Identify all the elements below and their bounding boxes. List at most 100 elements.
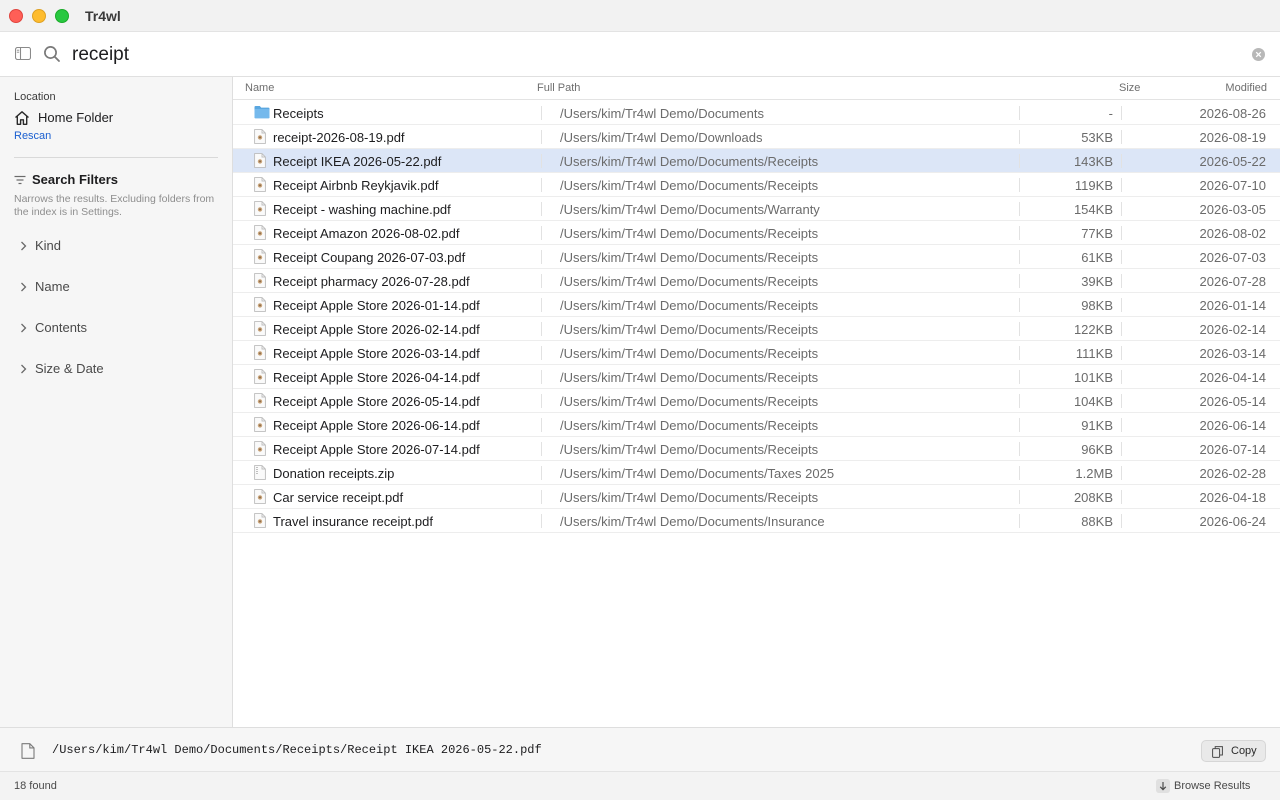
table-row[interactable]: Donation receipts.zip/Users/kim/Tr4wl De… (233, 461, 1280, 485)
file-modified: 2026-02-14 (1199, 322, 1267, 337)
column-separator (1121, 346, 1122, 360)
file-size: - (1108, 106, 1113, 121)
table-row[interactable]: Receipt - washing machine.pdf/Users/kim/… (233, 197, 1280, 221)
column-separator (1121, 130, 1122, 144)
close-window-button[interactable] (9, 9, 23, 23)
document-icon (21, 743, 35, 759)
table-row[interactable]: Car service receipt.pdf/Users/kim/Tr4wl … (233, 485, 1280, 509)
table-row[interactable]: Receipt Airbnb Reykjavik.pdf/Users/kim/T… (233, 173, 1280, 197)
file-size: 91KB (1081, 418, 1113, 433)
sidebar-divider (14, 157, 218, 158)
file-name: Car service receipt.pdf (273, 490, 404, 505)
file-name: Receipt Apple Store 2026-06-14.pdf (273, 418, 480, 433)
column-separator (1121, 490, 1122, 504)
column-separator (1019, 418, 1020, 432)
rescan-link[interactable]: Rescan (14, 130, 51, 142)
pdf-file-icon (254, 321, 266, 339)
file-path: /Users/kim/Tr4wl Demo/Documents/Receipts (560, 442, 819, 457)
file-modified: 2026-06-24 (1199, 514, 1267, 529)
file-modified: 2026-02-28 (1199, 466, 1267, 481)
column-separator (541, 130, 542, 144)
column-header-modified[interactable]: Modified (1225, 82, 1267, 94)
sidebar: Location Home Folder Rescan Search Filte… (0, 77, 233, 727)
column-separator (1121, 154, 1122, 168)
column-separator (1019, 298, 1020, 312)
window-title: Tr4wl (85, 8, 121, 24)
sidebar-toggle-icon[interactable] (15, 47, 31, 60)
folder-icon (254, 105, 270, 122)
file-modified: 2026-07-14 (1199, 442, 1267, 457)
pdf-file-icon (254, 129, 266, 147)
file-name: Receipt Apple Store 2026-04-14.pdf (273, 370, 480, 385)
copy-label: Copy (1231, 745, 1257, 757)
table-row[interactable]: Receipt Apple Store 2026-04-14.pdf/Users… (233, 365, 1280, 389)
column-separator (1121, 322, 1122, 336)
selected-path: /Users/kim/Tr4wl Demo/Documents/Receipts… (52, 743, 542, 757)
column-header-size[interactable]: Size (1119, 82, 1140, 94)
column-separator (541, 490, 542, 504)
table-row[interactable]: Receipt Amazon 2026-08-02.pdf/Users/kim/… (233, 221, 1280, 245)
column-separator (1121, 202, 1122, 216)
table-row[interactable]: Travel insurance receipt.pdf/Users/kim/T… (233, 509, 1280, 533)
result-count: 18 found (14, 780, 57, 792)
file-modified: 2026-05-14 (1199, 394, 1267, 409)
filter-name[interactable]: Name (14, 276, 219, 300)
column-header-name[interactable]: Name (245, 82, 274, 94)
column-separator (541, 370, 542, 384)
column-separator (541, 178, 542, 192)
table-row[interactable]: Receipt Apple Store 2026-01-14.pdf/Users… (233, 293, 1280, 317)
copy-path-button[interactable]: Copy (1201, 740, 1266, 762)
file-path: /Users/kim/Tr4wl Demo/Documents/Receipts (560, 250, 819, 265)
column-separator (1019, 250, 1020, 264)
file-size: 143KB (1073, 154, 1113, 169)
pdf-file-icon (254, 393, 266, 411)
filter-size-date[interactable]: Size & Date (14, 358, 219, 382)
table-row[interactable]: receipt-2026-08-19.pdf/Users/kim/Tr4wl D… (233, 125, 1280, 149)
location-value[interactable]: Home Folder (38, 110, 113, 125)
file-size: 61KB (1081, 250, 1113, 265)
table-row[interactable]: Receipt Apple Store 2026-05-14.pdf/Users… (233, 389, 1280, 413)
status-bar: 18 found Browse Results (0, 772, 1280, 800)
column-separator (1121, 514, 1122, 528)
table-row[interactable]: Receipt Coupang 2026-07-03.pdf/Users/kim… (233, 245, 1280, 269)
file-name: Receipt Airbnb Reykjavik.pdf (273, 178, 439, 193)
file-modified: 2026-08-19 (1199, 130, 1267, 145)
table-row[interactable]: Receipt pharmacy 2026-07-28.pdf/Users/ki… (233, 269, 1280, 293)
column-separator (1019, 106, 1020, 120)
file-path: /Users/kim/Tr4wl Demo/Documents/Receipts (560, 394, 819, 409)
column-header-path[interactable]: Full Path (537, 82, 580, 94)
file-path: /Users/kim/Tr4wl Demo/Documents/Receipts (560, 298, 819, 313)
column-separator (541, 322, 542, 336)
file-path: /Users/kim/Tr4wl Demo/Documents/Receipts (560, 226, 819, 241)
file-size: 88KB (1081, 514, 1113, 529)
table-row[interactable]: Receipt IKEA 2026-05-22.pdf/Users/kim/Tr… (233, 149, 1280, 173)
search-input[interactable] (72, 40, 1232, 70)
table-row[interactable]: Receipt Apple Store 2026-03-14.pdf/Users… (233, 341, 1280, 365)
minimize-window-button[interactable] (32, 9, 46, 23)
file-name: Receipt IKEA 2026-05-22.pdf (273, 154, 442, 169)
file-name: Receipt Apple Store 2026-01-14.pdf (273, 298, 480, 313)
table-row[interactable]: Receipts/Users/kim/Tr4wl Demo/Documents -… (233, 101, 1280, 125)
table-row[interactable]: Receipt Apple Store 2026-06-14.pdf/Users… (233, 413, 1280, 437)
table-row[interactable]: Receipt Apple Store 2026-02-14.pdf/Users… (233, 317, 1280, 341)
file-path: /Users/kim/Tr4wl Demo/Documents/Receipts (560, 274, 819, 289)
column-separator (1121, 394, 1122, 408)
column-separator (1019, 322, 1020, 336)
column-separator (1121, 250, 1122, 264)
table-row[interactable]: Receipt Apple Store 2026-07-14.pdf/Users… (233, 437, 1280, 461)
filter-kind[interactable]: Kind (14, 235, 219, 259)
file-path: /Users/kim/Tr4wl Demo/Documents/Receipts (560, 322, 819, 337)
browse-results-button[interactable]: Browse Results (1156, 778, 1266, 794)
zoom-window-button[interactable] (55, 9, 69, 23)
file-modified: 2026-06-14 (1199, 418, 1267, 433)
clear-search-icon[interactable] (1252, 48, 1265, 61)
table-header: Name Full Path Size Modified (233, 77, 1280, 100)
column-separator (541, 466, 542, 480)
search-icon (44, 46, 60, 62)
file-size: 111KB (1075, 346, 1113, 361)
column-separator (1019, 466, 1020, 480)
filter-icon (14, 175, 26, 185)
file-size: 53KB (1081, 130, 1113, 145)
arrow-down-icon (1156, 779, 1170, 793)
filter-contents[interactable]: Contents (14, 317, 219, 341)
